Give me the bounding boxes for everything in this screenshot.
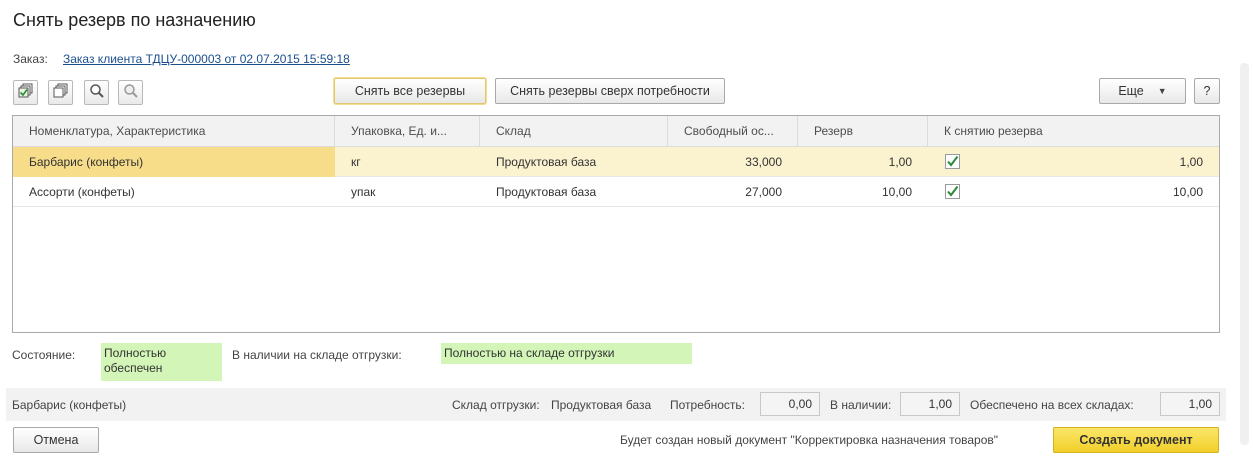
cell-warehouse: Продуктовая база	[496, 185, 597, 199]
check-all-icon	[18, 83, 34, 102]
cell-free-stock: 33,000	[745, 155, 782, 169]
cell-item: Ассорти (конфеты)	[29, 185, 135, 199]
column-header-warehouse[interactable]: Склад	[480, 116, 668, 147]
cell-reserve: 10,00	[881, 185, 912, 199]
shipping-warehouse-value: Продуктовая база	[551, 398, 652, 412]
availability-label: В наличии на складе отгрузки:	[232, 348, 402, 362]
remove-checkbox[interactable]	[945, 184, 960, 199]
cell-unit: упак	[351, 185, 376, 199]
remove-all-reserves-button[interactable]: Снять все резервы	[334, 78, 486, 104]
scrollbar[interactable]	[1240, 63, 1249, 445]
window-title: Снять резерв по назначению	[13, 10, 256, 30]
checkmark-icon	[947, 185, 959, 197]
order-link[interactable]: Заказ клиента ТДЦУ-000003 от 02.07.2015 …	[63, 52, 350, 66]
remove-checkbox[interactable]	[945, 154, 960, 169]
cell-to-remove[interactable]: 1,00	[968, 147, 1219, 177]
reserves-table[interactable]: Номенклатура, Характеристика Упаковка, Е…	[12, 115, 1220, 333]
table-row[interactable]: Ассорти (конфеты) упак Продуктовая база …	[13, 177, 1219, 207]
cell-item: Барбарис (конфеты)	[13, 147, 335, 177]
check-all-button[interactable]	[13, 80, 38, 105]
available-field: 1,00	[900, 392, 960, 416]
column-header-to-remove[interactable]: К снятию резерва	[928, 116, 1219, 147]
table-header: Номенклатура, Характеристика Упаковка, Е…	[13, 116, 1219, 147]
shipping-warehouse-label: Склад отгрузки:	[452, 398, 540, 412]
table-row[interactable]: Барбарис (конфеты) кг Продуктовая база 3…	[13, 147, 1219, 177]
uncheck-all-icon	[53, 83, 69, 102]
info-text: Будет создан новый документ "Корректиров…	[620, 433, 999, 447]
state-value: Полностью обеспечен	[101, 343, 222, 381]
availability-value: Полностью на складе отгрузки	[441, 343, 692, 364]
cell-unit: кг	[351, 155, 361, 169]
available-label: В наличии:	[830, 398, 892, 412]
checkmark-icon	[947, 155, 959, 167]
remove-excess-reserves-button[interactable]: Снять резервы сверх потребности	[495, 78, 725, 104]
secured-label: Обеспечено на всех складах:	[970, 398, 1134, 412]
column-header-item[interactable]: Номенклатура, Характеристика	[13, 116, 335, 147]
search-button[interactable]	[84, 80, 109, 105]
help-button[interactable]: ?	[1194, 78, 1220, 104]
state-label: Состояние:	[12, 348, 76, 362]
cell-warehouse: Продуктовая база	[496, 155, 597, 169]
cell-reserve: 1,00	[888, 155, 912, 169]
column-header-reserve[interactable]: Резерв	[798, 116, 928, 147]
cell-free-stock: 27,000	[745, 185, 782, 199]
cancel-button[interactable]: Отмена	[13, 427, 99, 453]
search-icon	[89, 83, 105, 102]
order-label: Заказ:	[13, 52, 48, 66]
column-header-unit[interactable]: Упаковка, Ед. и...	[335, 116, 480, 147]
need-field: 0,00	[760, 392, 820, 416]
clear-search-button[interactable]	[118, 80, 143, 105]
more-label: Еще	[1118, 84, 1144, 98]
selected-item-name: Барбарис (конфеты)	[12, 398, 127, 412]
cell-to-remove[interactable]: 10,00	[968, 177, 1219, 207]
uncheck-all-button[interactable]	[48, 80, 73, 105]
create-document-button[interactable]: Создать документ	[1053, 427, 1219, 453]
need-label: Потребность:	[670, 398, 745, 412]
clear-search-icon	[123, 83, 139, 102]
secured-field: 1,00	[1160, 392, 1220, 416]
column-header-free-stock[interactable]: Свободный ос...	[668, 116, 798, 147]
more-button[interactable]: Еще ▼	[1099, 78, 1186, 104]
chevron-down-icon: ▼	[1157, 86, 1167, 96]
